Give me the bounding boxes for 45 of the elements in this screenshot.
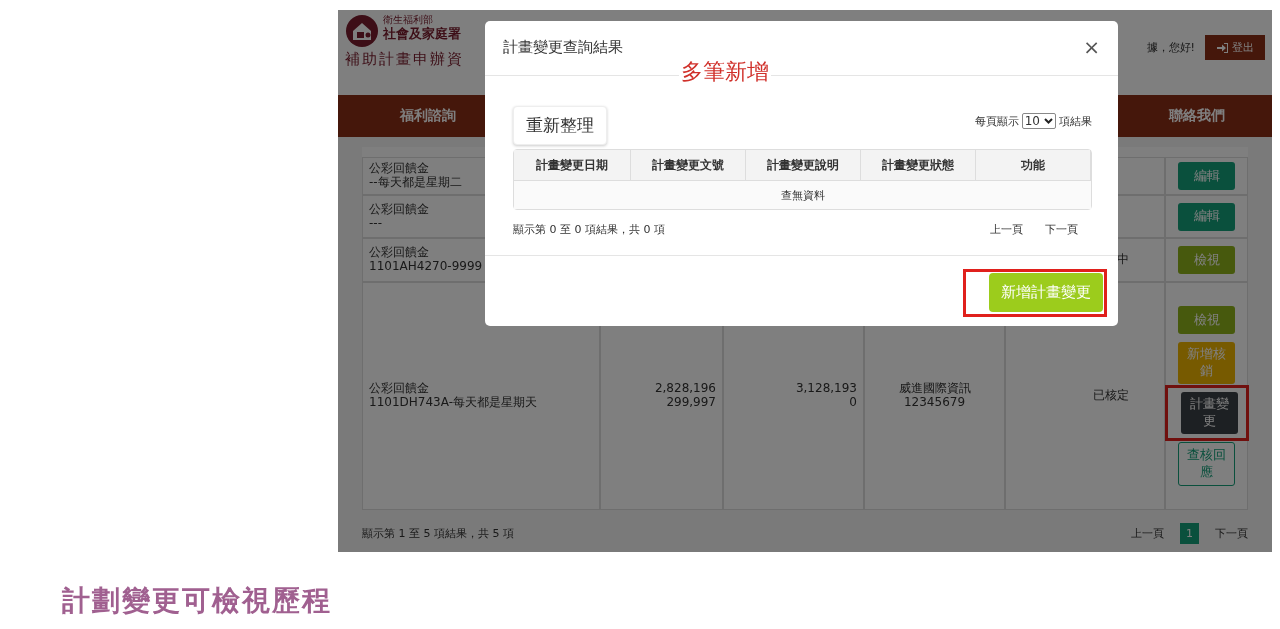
page-size-label: 每頁顯示 bbox=[974, 113, 1019, 129]
agency-name: 衛生福利部 bbox=[383, 14, 434, 26]
page-size-label: 項結果 bbox=[1059, 113, 1092, 129]
nav-item[interactable]: 福利諮詢 bbox=[400, 107, 456, 125]
action-button[interactable]: 查核回應 bbox=[1178, 441, 1235, 486]
greeting-text: 據，您好! bbox=[1146, 40, 1195, 55]
column-header: 計畫變更文號 bbox=[631, 150, 746, 181]
action-button[interactable]: 檢視 bbox=[1178, 246, 1235, 274]
results-summary: 顯示第 0 至 0 項結果，共 0 項 bbox=[513, 222, 665, 237]
project-name: 公彩回饋金 --- bbox=[369, 202, 429, 231]
house-logo-icon bbox=[345, 14, 379, 48]
caption-heading: 計劃變更可檢視歷程 bbox=[62, 583, 333, 619]
page-link[interactable]: 上一頁 bbox=[1131, 522, 1164, 545]
column-header: 功能 bbox=[976, 150, 1091, 181]
site-title: 補助計畫申辦資 bbox=[345, 50, 464, 69]
status-text: 中 bbox=[1117, 253, 1129, 267]
empty-message: 查無資料 bbox=[514, 181, 1091, 209]
project-name: 公彩回饋金 1101AH4270-9999 bbox=[369, 246, 483, 274]
column-header: 計畫變更狀態 bbox=[861, 150, 976, 181]
page-size-select[interactable]: 10 bbox=[1021, 113, 1056, 129]
action-button[interactable]: 計畫變更 bbox=[1180, 392, 1238, 434]
amount-text: 2,828,196 299,997 bbox=[654, 382, 716, 410]
chevron-down-icon bbox=[1044, 118, 1053, 124]
company-text: 威進國際資訊 12345679 bbox=[898, 382, 971, 410]
amount-text: 3,128,193 0 bbox=[795, 382, 857, 410]
sign-in-icon bbox=[1216, 42, 1228, 53]
action-button[interactable]: 編輯 bbox=[1178, 202, 1235, 231]
project-name: 公彩回饋金 --每天都是星期二 bbox=[369, 162, 462, 190]
results-summary: 顯示第 1 至 5 項結果，共 5 項 bbox=[362, 526, 514, 541]
project-name: 公彩回饋金 1101DH743A-每天都是星期天 bbox=[369, 382, 537, 410]
modal-title: 計畫變更查詢結果 bbox=[503, 38, 623, 57]
close-button[interactable]: × bbox=[1083, 37, 1100, 57]
action-button[interactable]: 編輯 bbox=[1178, 162, 1235, 190]
page-link[interactable]: 1 bbox=[1180, 523, 1199, 544]
page-link[interactable]: 上一頁 bbox=[990, 222, 1023, 237]
page-link[interactable]: 下一頁 bbox=[1045, 222, 1078, 237]
status-text: 已核定 bbox=[1093, 389, 1129, 403]
column-header: 計畫變更日期 bbox=[514, 150, 631, 181]
action-button[interactable]: 檢視 bbox=[1178, 306, 1235, 335]
logout-button[interactable]: 登出 bbox=[1205, 35, 1265, 60]
department-name: 社會及家庭署 bbox=[383, 26, 461, 42]
column-header: 計畫變更說明 bbox=[746, 150, 861, 181]
refresh-button[interactable]: 重新整理 bbox=[513, 106, 607, 145]
page-link[interactable]: 下一頁 bbox=[1215, 522, 1248, 545]
nav-item[interactable]: 聯絡我們 bbox=[1169, 107, 1225, 125]
